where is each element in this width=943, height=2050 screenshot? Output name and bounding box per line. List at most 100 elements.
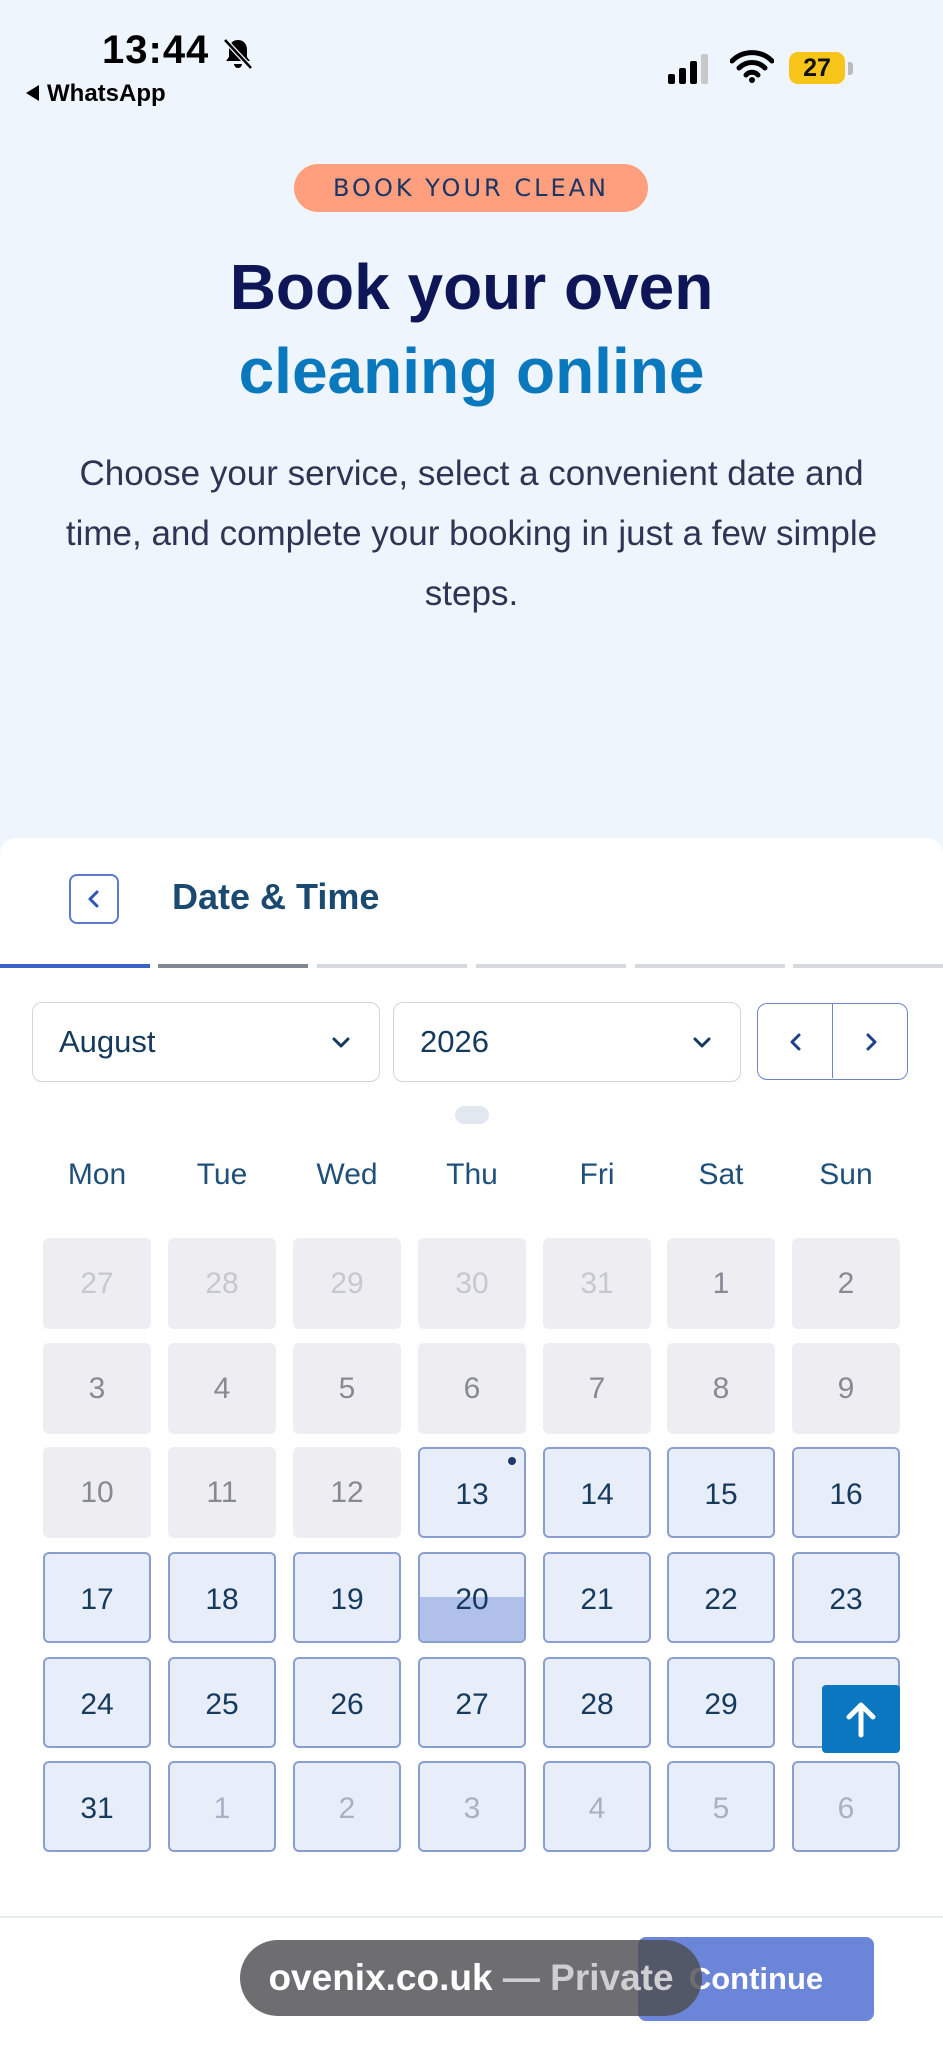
calendar-day: 10 xyxy=(43,1447,151,1538)
calendar-day-number: 7 xyxy=(588,1372,606,1405)
calendar-day[interactable]: 16 xyxy=(792,1447,900,1538)
calendar-day: 3 xyxy=(418,1761,526,1852)
back-app-label: WhatsApp xyxy=(47,80,166,107)
back-button[interactable] xyxy=(69,874,119,924)
calendar-day[interactable]: 18 xyxy=(168,1552,276,1643)
section-badge: BOOK YOUR CLEAN xyxy=(294,164,648,212)
calendar-day: 5 xyxy=(293,1343,401,1434)
calendar-day-number: 31 xyxy=(580,1267,614,1300)
hero-description: Choose your service, select a convenient… xyxy=(65,454,878,613)
calendar-day[interactable]: 25 xyxy=(168,1657,276,1748)
weekday-label: Tue xyxy=(196,1158,248,1191)
scroll-to-top-button[interactable] xyxy=(822,1685,900,1753)
arrow-up-icon xyxy=(846,1702,876,1738)
weekday-label: Fri xyxy=(579,1158,615,1191)
prev-month-button[interactable] xyxy=(758,1004,833,1078)
calendar-day-number: 31 xyxy=(80,1792,114,1825)
calendar-day-number: 5 xyxy=(338,1372,356,1405)
calendar-day-number: 27 xyxy=(455,1688,489,1721)
calendar-day-number: 9 xyxy=(837,1372,855,1405)
progress-step-4 xyxy=(476,964,626,968)
calendar-day[interactable]: 23 xyxy=(792,1552,900,1643)
progress-step-5 xyxy=(635,964,785,968)
calendar-day-number: 2 xyxy=(837,1267,855,1300)
calendar-day-number: 21 xyxy=(580,1583,614,1616)
calendar-day-number: 24 xyxy=(80,1688,114,1721)
calendar-day-number: 18 xyxy=(205,1583,239,1616)
progress-step-3 xyxy=(317,964,467,968)
hero-title-line2: cleaning online xyxy=(238,335,705,407)
calendar-day: 3 xyxy=(43,1343,151,1434)
calendar-day-selected[interactable]: 20 xyxy=(418,1552,526,1643)
calendar-day-number: 15 xyxy=(704,1478,738,1511)
calendar-day-number: 22 xyxy=(704,1583,738,1616)
calendar-day: 5 xyxy=(667,1761,775,1852)
calendar-day-number: 14 xyxy=(580,1478,614,1511)
calendar-day[interactable]: 26 xyxy=(293,1657,401,1748)
calendar-day[interactable]: 21 xyxy=(543,1552,651,1643)
calendar-day: 6 xyxy=(792,1761,900,1852)
calendar-day: 29 xyxy=(293,1238,401,1329)
month-select-value: August xyxy=(59,1024,156,1059)
calendar-day-number: 2 xyxy=(338,1792,356,1825)
calendar-day: 4 xyxy=(543,1761,651,1852)
step-title: Date & Time xyxy=(172,876,380,917)
weekday-label: Mon xyxy=(67,1158,127,1191)
calendar-day: 1 xyxy=(667,1238,775,1329)
calendar-day-number: 19 xyxy=(330,1583,364,1616)
calendar-day[interactable]: 28 xyxy=(543,1657,651,1748)
calendar-day-number: 1 xyxy=(213,1792,231,1825)
calendar-day: 31 xyxy=(543,1238,651,1329)
calendar-day-number: 3 xyxy=(88,1372,106,1405)
month-nav xyxy=(757,1003,908,1080)
calendar-day[interactable]: 22 xyxy=(667,1552,775,1643)
calendar-day-number: 26 xyxy=(330,1688,364,1721)
chevron-left-icon xyxy=(790,1033,801,1051)
calendar-day-number: 29 xyxy=(704,1688,738,1721)
calendar-day-number: 4 xyxy=(588,1792,606,1825)
browser-url-pill[interactable]: ovenix.co.uk — Private xyxy=(240,1940,702,2016)
calendar-day: 27 xyxy=(43,1238,151,1329)
calendar-day-number: 29 xyxy=(330,1267,364,1300)
calendar-day[interactable]: 29 xyxy=(667,1657,775,1748)
calendar-day: 7 xyxy=(543,1343,651,1434)
calendar-day-number: 1 xyxy=(712,1267,730,1300)
calendar-day[interactable]: 24 xyxy=(43,1657,151,1748)
chevron-left-icon xyxy=(88,890,99,908)
year-select[interactable]: 2026 xyxy=(393,1002,741,1082)
calendar-day: 11 xyxy=(168,1447,276,1538)
hero-title-line1: Book your oven xyxy=(229,251,714,323)
calendar-day[interactable]: 19 xyxy=(293,1552,401,1643)
calendar-day: 1 xyxy=(168,1761,276,1852)
calendar-day-number: 30 xyxy=(455,1267,489,1300)
url-mode: — Private xyxy=(492,1957,674,1998)
calendar-day-number: 17 xyxy=(80,1583,114,1616)
calendar-day[interactable]: 17 xyxy=(43,1552,151,1643)
calendar-day-number: 6 xyxy=(463,1372,481,1405)
calendar-day[interactable]: 27 xyxy=(418,1657,526,1748)
calendar-day[interactable]: 15 xyxy=(667,1447,775,1538)
calendar-day: 28 xyxy=(168,1238,276,1329)
chevron-down-icon xyxy=(693,1037,711,1048)
next-month-button[interactable] xyxy=(833,1004,907,1078)
back-to-app-link[interactable]: WhatsApp xyxy=(26,80,166,108)
calendar-day-number: 11 xyxy=(206,1476,238,1509)
calendar-day: 6 xyxy=(418,1343,526,1434)
calendar-day-number: 3 xyxy=(463,1792,481,1825)
month-select[interactable]: August xyxy=(32,1002,380,1082)
back-triangle-icon xyxy=(26,85,39,101)
weekday-label: Sat xyxy=(698,1158,744,1191)
calendar-day-number: 23 xyxy=(829,1583,863,1616)
calendar-day[interactable]: 31 xyxy=(43,1761,151,1852)
calendar-day-number: 16 xyxy=(829,1478,863,1511)
progress-step-1 xyxy=(0,964,150,968)
calendar-day-number: 28 xyxy=(580,1688,614,1721)
battery-tip xyxy=(848,62,853,75)
status-time: 13:44 xyxy=(102,28,210,72)
calendar-day[interactable]: 14 xyxy=(543,1447,651,1538)
calendar-day-number: 6 xyxy=(837,1792,855,1825)
battery-level: 27 xyxy=(803,54,831,82)
calendar-day-today[interactable]: 13 xyxy=(418,1447,526,1538)
calendar-day: 4 xyxy=(168,1343,276,1434)
calendar-day: 2 xyxy=(293,1761,401,1852)
